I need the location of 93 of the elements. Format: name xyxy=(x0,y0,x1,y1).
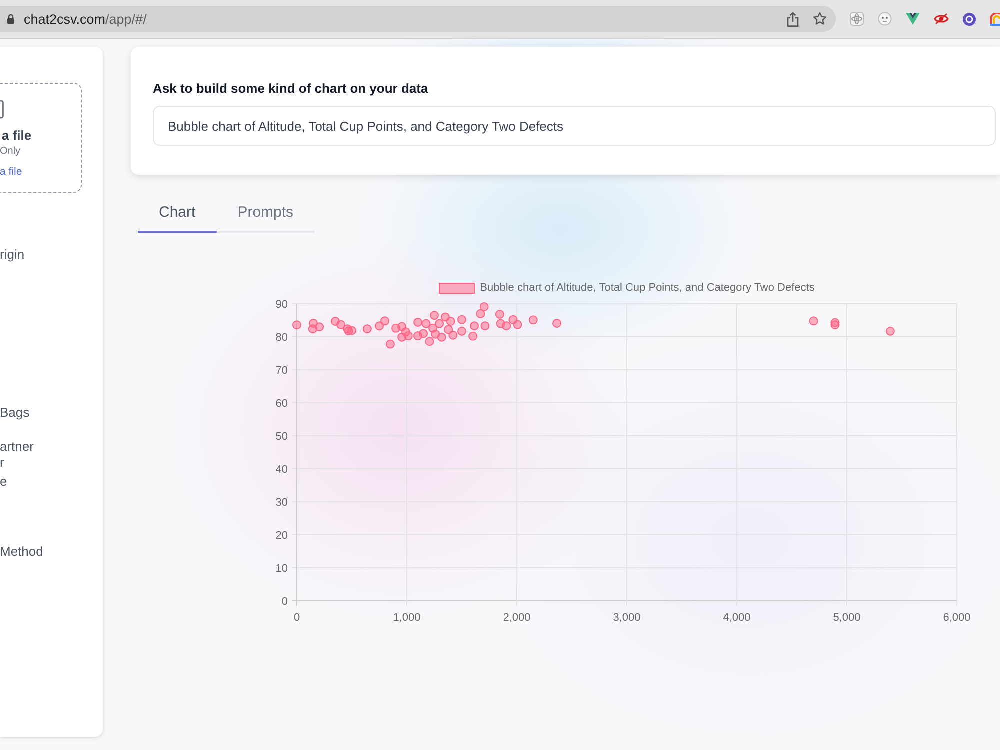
bubble-point xyxy=(513,320,522,330)
bubble-point xyxy=(435,319,444,328)
rainbow-icon[interactable] xyxy=(990,12,1000,26)
x-axis-label: 2,000 xyxy=(503,612,531,624)
sidebar-item[interactable]: artner xyxy=(0,439,34,455)
bracket-icon xyxy=(0,100,4,119)
bubble-point xyxy=(496,319,506,328)
prompt-input[interactable]: Bubble chart of Altitude, Total Cup Points, and Category Two Defects xyxy=(153,106,996,146)
x-axis-label: 1,000 xyxy=(393,612,421,624)
bubble-point xyxy=(336,320,346,330)
bubble-point xyxy=(343,324,352,334)
y-axis-label: 50 xyxy=(276,431,288,443)
legend-swatch-icon xyxy=(439,282,476,294)
y-axis-label: 60 xyxy=(276,398,288,410)
bubble-point xyxy=(430,311,439,320)
upload-title: a file xyxy=(2,128,32,144)
bubble-point xyxy=(552,318,562,328)
tab[interactable]: Prompts xyxy=(216,193,315,233)
x-axis-label: 4,000 xyxy=(723,612,751,624)
x-axis-label: 6,000 xyxy=(943,612,971,624)
sidebar-item[interactable]: rigin xyxy=(0,247,25,263)
bubble-point xyxy=(392,324,400,333)
y-axis-label: 20 xyxy=(276,530,288,542)
lock-icon xyxy=(7,14,15,24)
bubble-point xyxy=(458,326,466,336)
bubble-point xyxy=(886,326,895,336)
bubble-point xyxy=(480,302,489,312)
bubble-point xyxy=(292,320,302,330)
sidebar-item[interactable]: r xyxy=(0,455,4,471)
bubble-point xyxy=(362,324,372,334)
bubble-point xyxy=(401,328,410,337)
bubble-point xyxy=(414,318,422,327)
bubble-point xyxy=(386,340,395,349)
sidebar-item[interactable]: Bags xyxy=(0,405,30,421)
y-axis-label: 10 xyxy=(276,563,288,575)
bubble-point xyxy=(476,309,486,318)
bubble-point xyxy=(448,330,458,340)
bubble-point xyxy=(331,317,340,326)
bubble-point xyxy=(404,332,413,340)
sidebar-item[interactable]: e xyxy=(0,474,8,490)
bubble-point xyxy=(468,332,478,341)
crossed-eye-icon[interactable] xyxy=(934,13,949,25)
bubble-point xyxy=(480,322,490,331)
x-axis-label: 5,000 xyxy=(833,612,861,624)
bubble-point xyxy=(809,316,818,326)
x-axis-label: 3,000 xyxy=(613,612,641,624)
bubble-point xyxy=(458,315,466,324)
bubble-point xyxy=(414,332,422,340)
bubble-point xyxy=(348,326,356,336)
upload-dropzone[interactable]: a file Only a file xyxy=(0,83,82,193)
bubble-point xyxy=(446,317,456,326)
y-axis-label: 70 xyxy=(276,365,288,377)
round-logo-icon[interactable] xyxy=(963,12,976,26)
bubble-point xyxy=(344,326,354,336)
x-axis-label: 0 xyxy=(294,612,300,624)
bubble-point xyxy=(528,316,538,325)
y-axis-label: 30 xyxy=(276,497,288,509)
bubble-point xyxy=(315,322,324,332)
bubble-point xyxy=(508,315,518,324)
bubble-point xyxy=(309,318,318,328)
neutral-face-icon[interactable] xyxy=(878,12,892,26)
prompt-label: Ask to build some kind of chart on your data xyxy=(153,80,428,98)
bubble-point xyxy=(502,322,512,331)
y-axis-label: 90 xyxy=(276,299,288,311)
bubble-point xyxy=(431,330,440,339)
bubble-point xyxy=(441,312,450,322)
address-bar[interactable]: chat2csv.com/app/#/ xyxy=(0,6,836,32)
share-icon[interactable] xyxy=(787,12,799,26)
bubble-point xyxy=(398,332,407,342)
upload-hint: Only xyxy=(0,146,21,158)
y-axis-label: 40 xyxy=(276,464,288,476)
bubble-point xyxy=(419,329,428,338)
url-text[interactable]: chat2csv.com/app/#/ xyxy=(24,12,147,26)
bubble-point xyxy=(495,310,504,320)
tab[interactable]: Chart xyxy=(138,193,217,233)
choose-file-link[interactable]: a file xyxy=(0,166,22,178)
star-icon[interactable] xyxy=(813,12,827,26)
legend-label: Bubble chart of Altitude, Total Cup Points, and Category Two Defects xyxy=(480,282,815,294)
bubble-point xyxy=(830,320,840,330)
bubble-point xyxy=(425,337,434,346)
bubble-point xyxy=(398,322,407,332)
bubble-point xyxy=(422,319,431,328)
bubble-point xyxy=(428,324,438,333)
bubble-point xyxy=(470,322,480,331)
y-axis-label: 80 xyxy=(276,332,288,344)
bubble-point xyxy=(437,332,446,342)
v-shape-icon[interactable] xyxy=(906,13,920,25)
bubble-point xyxy=(444,325,454,334)
y-axis-label: 0 xyxy=(282,596,288,608)
sidebar-item[interactable]: Method xyxy=(0,544,44,560)
bubble-point xyxy=(308,324,318,334)
bubble-point xyxy=(375,322,384,331)
bubble-point xyxy=(380,316,390,326)
